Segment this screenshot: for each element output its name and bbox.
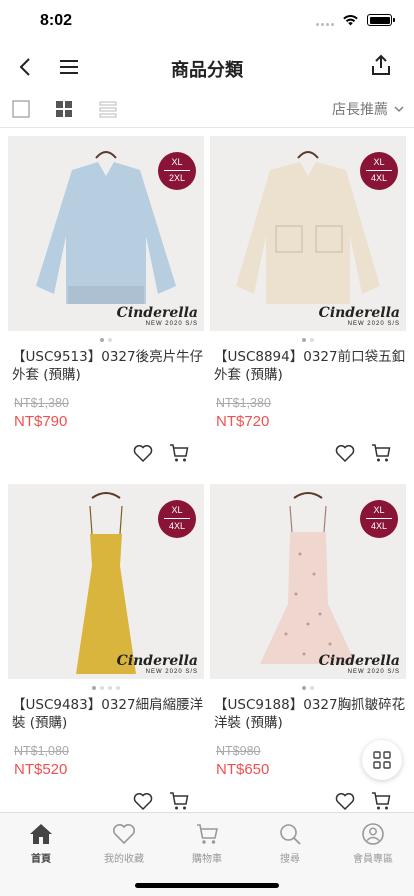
add-to-cart-button[interactable] [370,442,392,464]
tab-label: 購物車 [192,854,222,865]
sort-dropdown[interactable]: 店長推薦 [332,99,404,119]
product-name[interactable]: 【USC9188】0327胸抓皺碎花洋裝 (預購) [214,696,406,732]
image-dots [8,686,204,690]
brand-watermark: Cinderella NEW 2020 S/S [318,305,400,327]
tab-search[interactable]: 搜尋 [249,821,331,865]
product-image[interactable]: XL 4XL Cinderella NEW 2020 S/S [8,484,204,679]
category-float-button[interactable] [362,740,402,780]
dress-shape [260,532,356,664]
product-name[interactable]: 【USC8894】0327前口袋五釦外套 (預購) [214,348,406,384]
bottom-tab-bar: 首頁 我的收藏 購物車 搜尋 會員專區 [0,812,414,896]
search-icon [280,824,301,845]
share-icon [372,54,390,75]
cart-icon [170,792,189,810]
product-image[interactable]: XL 4XL Cinderella NEW 2020 S/S [210,484,406,679]
heart-icon [133,445,153,462]
tab-home[interactable]: 首頁 [0,821,82,865]
jacket-shape [36,162,176,304]
heart-icon [335,445,355,462]
original-price: NT$1,080 [14,744,69,758]
favorite-button[interactable] [132,442,154,464]
status-icons [316,14,395,26]
image-dots [210,338,406,342]
heart-icon [335,793,355,810]
original-price: NT$980 [216,744,261,758]
product-name[interactable]: 【USC9483】0327細肩縮腰洋裝 (預購) [12,696,204,732]
heart-icon [133,793,153,810]
status-time: 8:02 [40,12,73,29]
size-badge: XL 4XL [158,500,196,538]
user-icon [362,823,384,845]
sort-label: 店長推薦 [332,102,388,118]
add-to-cart-button[interactable] [168,442,190,464]
signal-icon [316,14,334,26]
chevron-down-icon [394,106,404,112]
list-icon [99,101,117,118]
image-dots [8,338,204,342]
view-list-button[interactable] [97,98,119,120]
favorite-button[interactable] [334,442,356,464]
favorite-button[interactable] [334,790,356,812]
view-grid-button[interactable] [53,98,75,120]
cart-icon [197,824,218,844]
tab-label: 我的收藏 [104,854,144,865]
add-to-cart-button[interactable] [370,790,392,812]
tab-cart[interactable]: 購物車 [166,821,248,865]
size-badge: XL 4XL [360,500,398,538]
tab-label: 搜尋 [280,854,300,865]
brand-watermark: Cinderella NEW 2020 S/S [318,653,400,675]
status-bar: 8:02 [0,0,414,44]
square-icon [12,100,30,118]
cart-icon [170,444,189,462]
battery-icon [367,14,395,26]
add-to-cart-button[interactable] [168,790,190,812]
share-button[interactable] [366,50,396,80]
original-price: NT$1,380 [14,396,69,410]
tab-label: 首頁 [31,854,51,865]
view-toolbar: 店長推薦 [0,90,414,128]
tab-label: 會員專區 [353,854,393,865]
wifi-icon [343,15,358,26]
tab-member[interactable]: 會員專區 [332,821,414,865]
heart-icon [113,824,135,845]
cart-icon [372,444,391,462]
sale-price: NT$790 [14,413,68,430]
page-title: 商品分類 [171,60,243,81]
category-grid-icon [373,751,391,769]
home-indicator [135,883,279,888]
sale-price: NT$520 [14,761,68,778]
original-price: NT$1,380 [216,396,271,410]
image-dots [210,686,406,690]
cart-icon [372,792,391,810]
brand-watermark: Cinderella NEW 2020 S/S [116,653,198,675]
view-single-button[interactable] [10,98,32,120]
favorite-button[interactable] [132,790,154,812]
grid-icon [56,101,72,117]
brand-watermark: Cinderella NEW 2020 S/S [116,305,198,327]
home-icon [30,824,52,844]
size-badge: XL 2XL [158,152,196,190]
nav-header: 商品分類 [0,44,414,90]
product-image[interactable]: XL 2XL Cinderella NEW 2020 S/S [8,136,204,331]
jacket-shape [236,162,380,304]
tab-favorites[interactable]: 我的收藏 [83,821,165,865]
product-image[interactable]: XL 4XL Cinderella NEW 2020 S/S [210,136,406,331]
product-name[interactable]: 【USC9513】0327後亮片牛仔外套 (預購) [12,348,204,384]
size-badge: XL 4XL [360,152,398,190]
sale-price: NT$720 [216,413,270,430]
sale-price: NT$650 [216,761,270,778]
